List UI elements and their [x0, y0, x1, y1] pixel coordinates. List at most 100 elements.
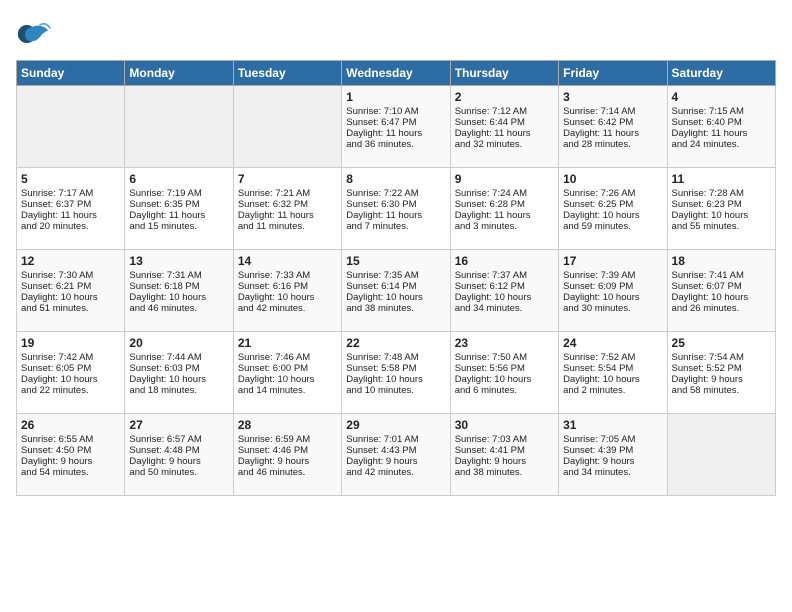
day-info: Sunrise: 7:35 AM — [346, 270, 445, 281]
day-number: 24 — [563, 336, 662, 350]
day-info: Sunset: 6:32 PM — [238, 199, 337, 210]
calendar-cell: 24Sunrise: 7:52 AMSunset: 5:54 PMDayligh… — [559, 332, 667, 414]
day-info: Sunset: 6:40 PM — [672, 117, 771, 128]
day-info: Daylight: 9 hours — [672, 374, 771, 385]
calendar-cell: 20Sunrise: 7:44 AMSunset: 6:03 PMDayligh… — [125, 332, 233, 414]
day-number: 26 — [21, 418, 120, 432]
calendar-cell: 15Sunrise: 7:35 AMSunset: 6:14 PMDayligh… — [342, 250, 450, 332]
day-number: 23 — [455, 336, 554, 350]
day-info: Sunrise: 7:41 AM — [672, 270, 771, 281]
calendar-cell — [125, 86, 233, 168]
day-number: 10 — [563, 172, 662, 186]
day-info: and 38 minutes. — [455, 467, 554, 478]
day-info: Daylight: 10 hours — [563, 210, 662, 221]
day-number: 16 — [455, 254, 554, 268]
day-info: Sunset: 4:41 PM — [455, 445, 554, 456]
day-info: and 2 minutes. — [563, 385, 662, 396]
day-info: Daylight: 9 hours — [21, 456, 120, 467]
day-info: Sunset: 6:21 PM — [21, 281, 120, 292]
day-info: Daylight: 10 hours — [455, 374, 554, 385]
day-info: Sunrise: 7:14 AM — [563, 106, 662, 117]
dow-thursday: Thursday — [450, 61, 558, 86]
logo — [16, 16, 58, 52]
week-row-5: 26Sunrise: 6:55 AMSunset: 4:50 PMDayligh… — [17, 414, 776, 496]
day-number: 21 — [238, 336, 337, 350]
day-info: Sunrise: 6:57 AM — [129, 434, 228, 445]
day-number: 3 — [563, 90, 662, 104]
day-info: Sunset: 6:05 PM — [21, 363, 120, 374]
day-number: 20 — [129, 336, 228, 350]
calendar-cell: 28Sunrise: 6:59 AMSunset: 4:46 PMDayligh… — [233, 414, 341, 496]
calendar-cell: 19Sunrise: 7:42 AMSunset: 6:05 PMDayligh… — [17, 332, 125, 414]
calendar-cell: 25Sunrise: 7:54 AMSunset: 5:52 PMDayligh… — [667, 332, 775, 414]
day-info: Sunset: 4:50 PM — [21, 445, 120, 456]
day-number: 13 — [129, 254, 228, 268]
day-number: 7 — [238, 172, 337, 186]
day-info: Daylight: 10 hours — [21, 292, 120, 303]
day-info: Sunset: 6:44 PM — [455, 117, 554, 128]
day-info: Daylight: 11 hours — [563, 128, 662, 139]
day-info: Daylight: 10 hours — [455, 292, 554, 303]
day-info: Daylight: 9 hours — [129, 456, 228, 467]
day-info: Daylight: 10 hours — [129, 292, 228, 303]
day-number: 2 — [455, 90, 554, 104]
day-info: Daylight: 10 hours — [672, 292, 771, 303]
calendar-body: 1Sunrise: 7:10 AMSunset: 6:47 PMDaylight… — [17, 86, 776, 496]
day-info: Sunset: 4:48 PM — [129, 445, 228, 456]
dow-friday: Friday — [559, 61, 667, 86]
day-info: Sunrise: 7:54 AM — [672, 352, 771, 363]
calendar-cell: 11Sunrise: 7:28 AMSunset: 6:23 PMDayligh… — [667, 168, 775, 250]
dow-monday: Monday — [125, 61, 233, 86]
calendar-cell: 10Sunrise: 7:26 AMSunset: 6:25 PMDayligh… — [559, 168, 667, 250]
calendar-cell: 21 Sunrise: 7:46 AMSunset: 6:00 PMDayligh… — [233, 332, 341, 414]
day-number: 4 — [672, 90, 771, 104]
day-number: 31 — [563, 418, 662, 432]
day-info: Sunrise: 7:42 AM — [21, 352, 120, 363]
day-info: and 28 minutes. — [563, 139, 662, 150]
calendar-cell: 17Sunrise: 7:39 AMSunset: 6:09 PMDayligh… — [559, 250, 667, 332]
day-number: 12 — [21, 254, 120, 268]
day-info: Sunset: 4:46 PM — [238, 445, 337, 456]
day-info: and 34 minutes. — [563, 467, 662, 478]
day-info: and 20 minutes. — [21, 221, 120, 232]
calendar-cell: 14Sunrise: 7:33 AMSunset: 6:16 PMDayligh… — [233, 250, 341, 332]
day-info: and 14 minutes. — [238, 385, 337, 396]
day-info: Sunset: 6:03 PM — [129, 363, 228, 374]
day-info: Sunrise: 7:19 AM — [129, 188, 228, 199]
calendar-cell: 3 Sunrise: 7:14 AMSunset: 6:42 PMDaylight… — [559, 86, 667, 168]
day-info: Daylight: 10 hours — [672, 210, 771, 221]
calendar-cell: 4Sunrise: 7:15 AMSunset: 6:40 PMDaylight… — [667, 86, 775, 168]
day-info: and 59 minutes. — [563, 221, 662, 232]
page-header — [16, 16, 776, 52]
day-info: Sunset: 6:12 PM — [455, 281, 554, 292]
day-info: Sunset: 5:56 PM — [455, 363, 554, 374]
day-info: Daylight: 11 hours — [238, 210, 337, 221]
day-number: 6 — [129, 172, 228, 186]
day-info: Daylight: 10 hours — [238, 374, 337, 385]
day-info: Sunrise: 7:03 AM — [455, 434, 554, 445]
calendar-cell: 7 Sunrise: 7:21 AMSunset: 6:32 PMDaylight… — [233, 168, 341, 250]
day-info: Sunset: 6:00 PM — [238, 363, 337, 374]
day-info: and 10 minutes. — [346, 385, 445, 396]
day-info: and 42 minutes. — [346, 467, 445, 478]
calendar-cell: 1Sunrise: 7:10 AMSunset: 6:47 PMDaylight… — [342, 86, 450, 168]
day-info: and 58 minutes. — [672, 385, 771, 396]
dow-wednesday: Wednesday — [342, 61, 450, 86]
day-info: Sunrise: 7:10 AM — [346, 106, 445, 117]
day-info: Sunset: 6:42 PM — [563, 117, 662, 128]
day-info: Sunrise: 7:48 AM — [346, 352, 445, 363]
day-info: and 24 minutes. — [672, 139, 771, 150]
day-info: Sunrise: 7:50 AM — [455, 352, 554, 363]
calendar-cell — [17, 86, 125, 168]
day-info: Sunrise: 7:46 AM — [238, 352, 337, 363]
day-info: Daylight: 10 hours — [238, 292, 337, 303]
day-info: Sunrise: 7:30 AM — [21, 270, 120, 281]
day-info: and 46 minutes. — [238, 467, 337, 478]
day-info: Sunset: 6:07 PM — [672, 281, 771, 292]
day-info: and 32 minutes. — [455, 139, 554, 150]
day-number: 18 — [672, 254, 771, 268]
day-info: Daylight: 11 hours — [672, 128, 771, 139]
day-info: Sunrise: 7:21 AM — [238, 188, 337, 199]
day-number: 27 — [129, 418, 228, 432]
day-info: Daylight: 10 hours — [129, 374, 228, 385]
